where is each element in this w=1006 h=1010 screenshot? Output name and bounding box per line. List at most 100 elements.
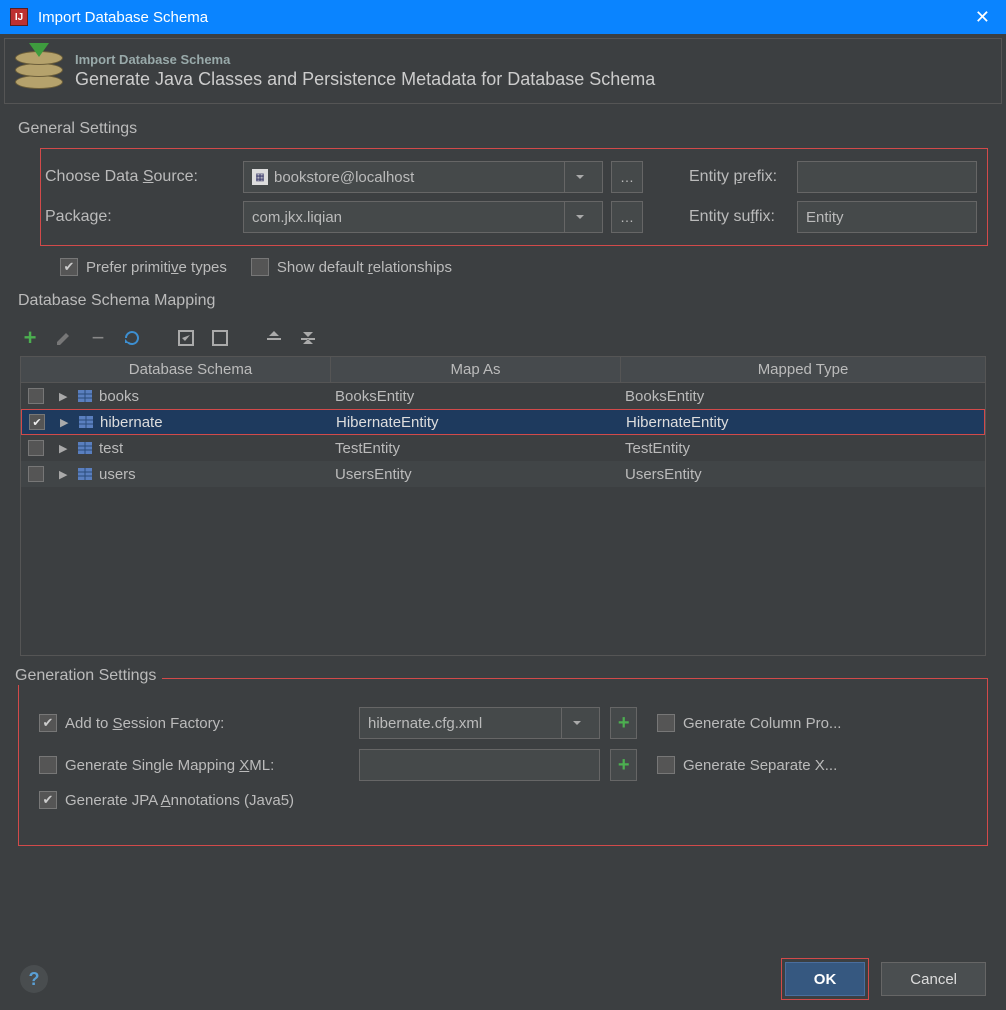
database-import-icon bbox=[15, 47, 63, 95]
table-row[interactable]: ▶ users UsersEntityUsersEntity bbox=[21, 461, 985, 487]
data-source-value: bookstore@localhost bbox=[274, 169, 414, 186]
generation-section-label: Generation Settings bbox=[9, 667, 162, 685]
map-as-cell: UsersEntity bbox=[331, 466, 621, 483]
generate-column-props-checkbox[interactable]: Generate Column Pro... bbox=[657, 714, 967, 732]
banner-title-large: Generate Java Classes and Persistence Me… bbox=[75, 69, 655, 90]
deselect-all-button[interactable] bbox=[210, 328, 230, 348]
col-mapped-type[interactable]: Mapped Type bbox=[621, 357, 985, 382]
show-default-rel-label: Show default relationships bbox=[277, 259, 452, 276]
data-source-label: Choose Data Source: bbox=[45, 168, 235, 186]
dialog-banner: Import Database Schema Generate Java Cla… bbox=[4, 38, 1002, 104]
mapping-section-label: Database Schema Mapping bbox=[0, 276, 1006, 320]
table-icon bbox=[77, 466, 93, 482]
schema-name: books bbox=[99, 388, 139, 405]
generation-settings-panel: Generation Settings Add to Session Facto… bbox=[18, 678, 988, 846]
table-row[interactable]: ▶ hibernate HibernateEntityHibernateEntity bbox=[21, 409, 985, 435]
schema-name: hibernate bbox=[100, 414, 163, 431]
map-as-cell: HibernateEntity bbox=[332, 414, 622, 431]
remove-button[interactable]: − bbox=[88, 328, 108, 348]
checkbox-icon bbox=[60, 258, 78, 276]
banner-title-small: Import Database Schema bbox=[75, 52, 655, 67]
table-icon bbox=[77, 388, 93, 404]
checkbox-icon bbox=[657, 756, 675, 774]
row-checkbox[interactable] bbox=[28, 466, 44, 482]
expand-icon[interactable]: ▶ bbox=[59, 390, 71, 403]
mapped-type-cell: TestEntity bbox=[621, 440, 985, 457]
col-map-as[interactable]: Map As bbox=[331, 357, 621, 382]
generate-separate-xml-checkbox[interactable]: Generate Separate X... bbox=[657, 756, 967, 774]
prefer-primitive-checkbox[interactable]: Prefer primitive types bbox=[60, 258, 227, 276]
table-icon bbox=[77, 440, 93, 456]
close-icon[interactable]: ✕ bbox=[969, 7, 996, 28]
table-icon bbox=[78, 414, 94, 430]
select-all-button[interactable] bbox=[176, 328, 196, 348]
mapped-type-cell: UsersEntity bbox=[621, 466, 985, 483]
ok-button[interactable]: OK bbox=[785, 962, 866, 996]
checkbox-icon bbox=[251, 258, 269, 276]
package-browse-button[interactable]: … bbox=[611, 201, 643, 233]
refresh-button[interactable] bbox=[122, 328, 142, 348]
expand-icon[interactable]: ▶ bbox=[60, 416, 72, 429]
checkbox-icon bbox=[39, 756, 57, 774]
single-mapping-input[interactable] bbox=[359, 749, 600, 781]
row-checkbox[interactable] bbox=[28, 440, 44, 456]
expand-all-button[interactable] bbox=[264, 328, 284, 348]
expand-icon[interactable]: ▶ bbox=[59, 442, 71, 455]
generate-column-props-label: Generate Column Pro... bbox=[683, 715, 841, 732]
generate-separate-xml-label: Generate Separate X... bbox=[683, 757, 837, 774]
col-schema[interactable]: Database Schema bbox=[51, 357, 331, 382]
mapped-type-cell: BooksEntity bbox=[621, 388, 985, 405]
collapse-all-button[interactable] bbox=[298, 328, 318, 348]
checkbox-icon bbox=[39, 714, 57, 732]
table-row[interactable]: ▶ test TestEntityTestEntity bbox=[21, 435, 985, 461]
help-button[interactable]: ? bbox=[20, 965, 48, 993]
package-value: com.jkx.liqian bbox=[252, 209, 342, 226]
package-combo[interactable]: com.jkx.liqian bbox=[243, 201, 603, 233]
table-header: Database Schema Map As Mapped Type bbox=[21, 357, 985, 383]
generate-single-xml-label: Generate Single Mapping XML: bbox=[65, 757, 274, 774]
dialog-footer: ? OK Cancel bbox=[0, 958, 1006, 1000]
entity-suffix-label: Entity suffix: bbox=[689, 208, 789, 226]
cancel-button[interactable]: Cancel bbox=[881, 962, 986, 996]
map-as-cell: TestEntity bbox=[331, 440, 621, 457]
chevron-down-icon[interactable] bbox=[561, 708, 591, 738]
session-add-button[interactable]: + bbox=[610, 707, 637, 739]
checkbox-icon bbox=[657, 714, 675, 732]
titlebar: IJ Import Database Schema ✕ bbox=[0, 0, 1006, 34]
chevron-down-icon[interactable] bbox=[564, 202, 594, 232]
generate-jpa-label: Generate JPA Annotations (Java5) bbox=[65, 792, 294, 809]
edit-button[interactable] bbox=[54, 328, 74, 348]
map-as-cell: BooksEntity bbox=[331, 388, 621, 405]
session-factory-value: hibernate.cfg.xml bbox=[368, 715, 482, 732]
add-button[interactable]: + bbox=[20, 328, 40, 348]
chevron-down-icon[interactable] bbox=[564, 162, 594, 192]
data-source-browse-button[interactable]: … bbox=[611, 161, 643, 193]
entity-prefix-input[interactable] bbox=[797, 161, 977, 193]
prefer-primitive-label: Prefer primitive types bbox=[86, 259, 227, 276]
app-icon: IJ bbox=[10, 8, 28, 26]
schema-name: users bbox=[99, 466, 136, 483]
schema-name: test bbox=[99, 440, 123, 457]
package-label: Package: bbox=[45, 208, 235, 226]
table-row[interactable]: ▶ books BooksEntityBooksEntity bbox=[21, 383, 985, 409]
generate-single-xml-checkbox[interactable]: Generate Single Mapping XML: bbox=[39, 756, 349, 774]
show-default-relationships-checkbox[interactable]: Show default relationships bbox=[251, 258, 452, 276]
mapped-type-cell: HibernateEntity bbox=[622, 414, 984, 431]
entity-suffix-input[interactable] bbox=[797, 201, 977, 233]
mapping-toolbar: + − bbox=[0, 320, 1006, 356]
generate-jpa-checkbox[interactable]: Generate JPA Annotations (Java5) bbox=[39, 791, 349, 809]
add-to-session-checkbox[interactable]: Add to Session Factory: bbox=[39, 714, 349, 732]
row-checkbox[interactable] bbox=[28, 388, 44, 404]
row-checkbox[interactable] bbox=[29, 414, 45, 430]
entity-prefix-label: Entity prefix: bbox=[689, 168, 789, 186]
session-factory-combo[interactable]: hibernate.cfg.xml bbox=[359, 707, 600, 739]
add-to-session-label: Add to Session Factory: bbox=[65, 715, 224, 732]
window-title: Import Database Schema bbox=[38, 9, 969, 26]
general-highlight-box: Choose Data Source: ▦ bookstore@localhos… bbox=[40, 148, 988, 246]
single-mapping-add-button[interactable]: + bbox=[610, 749, 637, 781]
mapping-table: Database Schema Map As Mapped Type ▶ book… bbox=[20, 356, 986, 656]
data-source-combo[interactable]: ▦ bookstore@localhost bbox=[243, 161, 603, 193]
expand-icon[interactable]: ▶ bbox=[59, 468, 71, 481]
general-settings-label: General Settings bbox=[0, 104, 1006, 148]
datasource-icon: ▦ bbox=[252, 169, 268, 185]
